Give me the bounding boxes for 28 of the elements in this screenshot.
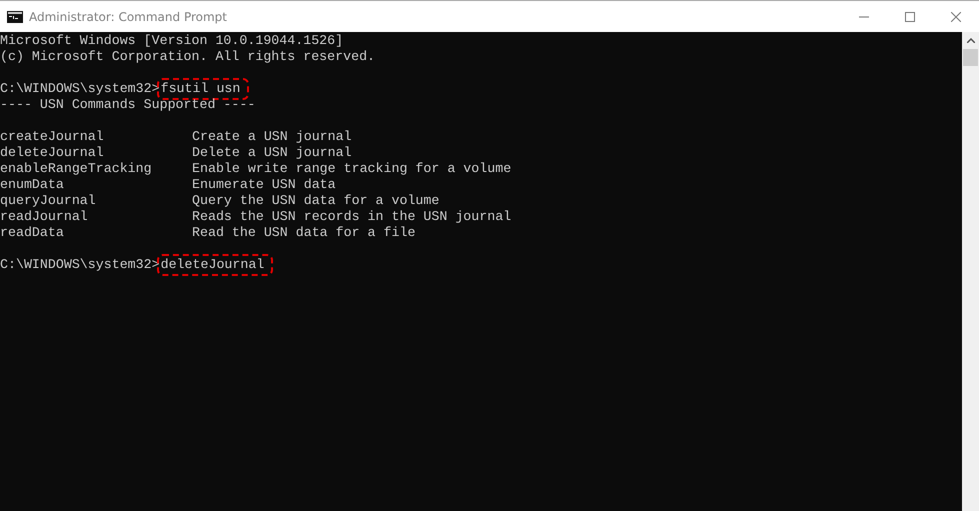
prompt-path: C:\WINDOWS\system32> (0, 81, 160, 97)
prompt-path: C:\WINDOWS\system32> (0, 257, 160, 273)
command-description: Reads the USN records in the USN journal (192, 209, 512, 225)
command-name: deleteJournal (0, 145, 105, 161)
caret-icon (966, 38, 974, 43)
typed-command: fsutil usn (160, 81, 246, 97)
command-name: enumData (0, 177, 65, 193)
command-name: enableRangeTracking (0, 161, 153, 177)
scrollbar[interactable] (962, 32, 979, 511)
command-name: readData (0, 225, 65, 241)
command-description: Query the USN data for a volume (192, 193, 440, 209)
command-description: Delete a USN journal (192, 145, 352, 161)
command-description: Create a USN journal (192, 129, 352, 145)
window-title: Administrator: Command Prompt (29, 10, 228, 24)
scrollbar-thumb[interactable] (963, 49, 978, 66)
console-text: ---- USN Commands Supported ---- (0, 97, 256, 113)
maximize-icon (905, 12, 915, 22)
command-description: Read the USN data for a file (192, 225, 416, 241)
console-text: (c) Microsoft Corporation. All rights reserved. (0, 49, 376, 65)
typed-command: deleteJournal (160, 257, 270, 273)
command-name: readJournal (0, 209, 89, 225)
command-name: queryJournal (0, 193, 97, 209)
command-name: createJournal (0, 129, 105, 145)
command-description: Enable write range tracking for a volume (192, 161, 512, 177)
console-text: Microsoft Windows [Version 10.0.19044.1526] (0, 33, 344, 49)
command-description: Enumerate USN data (192, 177, 336, 193)
console-icon (7, 10, 23, 22)
close-icon (951, 12, 961, 22)
